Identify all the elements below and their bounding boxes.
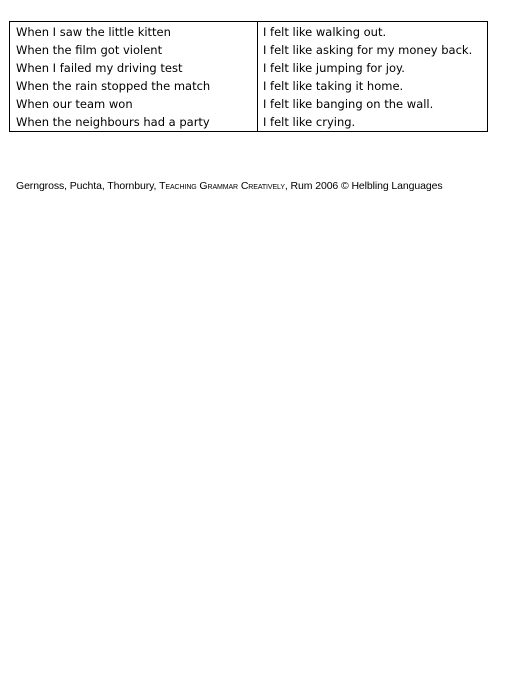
sentence-start-cell: When the rain stopped the match [9, 77, 258, 95]
sentence-start-cell: When I failed my driving test [9, 59, 258, 77]
table-row: When the film got violent I felt like as… [9, 41, 488, 59]
sentence-end-cell: I felt like banging on the wall. [263, 97, 434, 111]
copyright-credit: Gerngross, Puchta, Thornbury, Teaching G… [16, 180, 443, 192]
sentence-end-cell: I felt like asking for my money back. [263, 43, 473, 57]
table-row: When the rain stopped the match I felt l… [9, 77, 488, 95]
sentence-end-cell: I felt like walking out. [263, 25, 387, 39]
credit-publisher: , Rum 2006 © Helbling Languages [284, 180, 443, 192]
sentence-end-cell: I felt like crying. [263, 115, 356, 129]
table-row: When the neighbours had a party I felt l… [9, 113, 488, 132]
sentence-end-cell: I felt like taking it home. [263, 79, 404, 93]
sentence-start-cell: When the neighbours had a party [9, 113, 258, 132]
sentence-start-cell: When the film got violent [9, 41, 258, 59]
sentence-start-cell: When our team won [9, 95, 258, 113]
credit-book-title: Teaching Grammar Creatively [159, 180, 285, 192]
credit-authors: Gerngross, Puchta, Thornbury, [16, 180, 160, 192]
sentence-end-cell: I felt like jumping for joy. [263, 61, 405, 75]
table-row: When our team won I felt like banging on… [9, 95, 488, 113]
table-row: When I saw the little kitten I felt like… [9, 21, 488, 41]
matching-table: When I saw the little kitten I felt like… [9, 21, 488, 132]
table-row: When I failed my driving test I felt lik… [9, 59, 488, 77]
sentence-start-cell: When I saw the little kitten [9, 21, 258, 41]
